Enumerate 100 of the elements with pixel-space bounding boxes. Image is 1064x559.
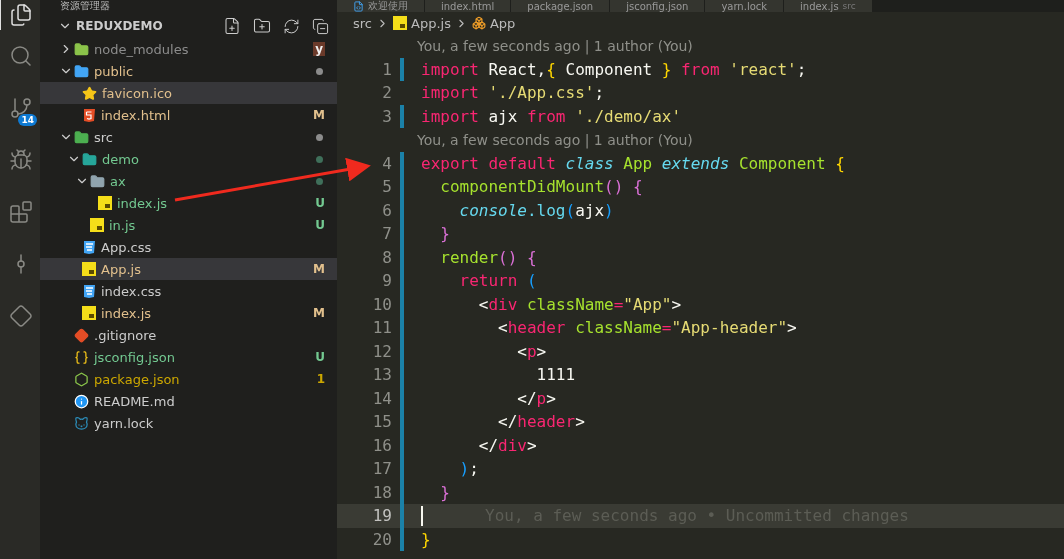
code-token: = — [661, 318, 672, 338]
code-token: ajx — [488, 106, 519, 126]
new-file-icon[interactable] — [223, 17, 241, 35]
code-token: return — [458, 271, 519, 291]
css-file-icon — [82, 240, 96, 254]
code-token: < — [516, 341, 527, 361]
file-row[interactable]: App.css — [40, 236, 337, 258]
code-token: from — [680, 59, 721, 79]
codelens-text[interactable]: You, a few seconds ago | 1 author (You) — [417, 37, 693, 54]
code-token: "App" — [623, 294, 672, 314]
collapse-icon[interactable] — [312, 17, 329, 35]
code-token: ; — [594, 83, 605, 103]
js-file-icon — [90, 218, 104, 232]
line-number: 3 — [381, 106, 392, 126]
code-token: } — [439, 224, 450, 244]
line-number: 10 — [371, 294, 392, 314]
file-row[interactable]: .gitignore — [40, 324, 337, 346]
code-token: from — [526, 106, 567, 126]
files-icon[interactable] — [9, 3, 33, 27]
file-row[interactable]: jsconfig.json U — [40, 346, 337, 368]
line-number: 17 — [371, 459, 392, 479]
code-token: } — [421, 529, 431, 549]
code-token: "App-header" — [671, 318, 788, 338]
code-token: > — [546, 388, 556, 408]
line-number: 6 — [381, 200, 392, 220]
code-token: render — [439, 247, 499, 267]
tab-hint: src — [842, 1, 856, 11]
file-name: in.js — [109, 217, 137, 233]
file-row[interactable]: index.js U — [40, 192, 337, 214]
code-token: 1111 — [535, 365, 576, 385]
git-status-label: M — [313, 108, 325, 122]
code-token: > — [526, 435, 537, 455]
code-token: () { — [498, 247, 537, 267]
code-token: componentDidMount — [439, 177, 605, 197]
file-row[interactable]: package.json 1 — [40, 368, 337, 390]
diamond-icon[interactable] — [9, 304, 33, 328]
js-file-icon — [82, 306, 96, 320]
breadcrumb-item[interactable]: App — [489, 15, 516, 31]
editor-tab[interactable]: package.json — [511, 0, 611, 12]
line-number: 4 — [381, 153, 392, 173]
file-row[interactable]: favicon.ico — [40, 82, 337, 104]
folder-row[interactable]: demo — [40, 148, 337, 170]
file-row[interactable]: README.md — [40, 390, 337, 412]
line-number: 8 — [381, 247, 392, 267]
editor-tab[interactable]: jsconfig.json — [610, 0, 706, 12]
line-number: 15 — [371, 412, 392, 432]
file-name: yarn.lock — [94, 415, 155, 431]
folder-row[interactable]: src — [40, 126, 337, 148]
editor-tab[interactable]: index.html — [425, 0, 512, 12]
code-token: 'react' — [729, 59, 797, 79]
code-token: } — [439, 482, 450, 502]
code-token: extends — [661, 153, 731, 173]
code-token: ( — [526, 271, 537, 291]
editor-tab[interactable]: 欢迎使用 — [337, 0, 425, 12]
code-token: Component — [738, 153, 827, 173]
file-row[interactable]: index.js M — [40, 302, 337, 324]
file-row[interactable]: index.css — [40, 280, 337, 302]
code-token: export default — [421, 153, 557, 173]
braces-icon — [74, 349, 89, 365]
diamond-icon — [74, 327, 89, 343]
file-name: .gitignore — [94, 327, 158, 343]
folder-row[interactable]: public — [40, 60, 337, 82]
search-icon[interactable] — [9, 44, 33, 68]
code-token: App — [623, 153, 654, 173]
file-row[interactable]: App.js M — [40, 258, 337, 280]
code-token: .log — [526, 200, 566, 220]
code-token: </ — [516, 388, 537, 408]
breadcrumb-item[interactable]: src — [353, 15, 372, 31]
line-number: 14 — [371, 388, 392, 408]
code-token: import — [421, 83, 480, 103]
codelens-text[interactable]: You, a few seconds ago | 1 author (You) — [417, 131, 693, 148]
code-token: > — [536, 341, 547, 361]
file-name: public — [94, 63, 135, 79]
code-token: p — [526, 341, 537, 361]
breadcrumb-item[interactable]: App.js — [411, 15, 451, 31]
code-token: Component — [564, 59, 654, 79]
cat-icon — [74, 415, 89, 431]
line-number: 2 — [381, 83, 392, 103]
code-token: className — [574, 318, 662, 338]
code-token: header — [507, 318, 566, 338]
refresh-icon[interactable] — [283, 17, 300, 35]
line-number: 5 — [381, 177, 392, 197]
js-file-icon — [82, 262, 96, 276]
file-row[interactable]: index.html M — [40, 104, 337, 126]
file-row[interactable]: yarn.lock — [40, 412, 337, 434]
code-token: React, — [488, 59, 547, 79]
code-token: ; — [469, 459, 479, 479]
editor-tab[interactable]: index.js src — [784, 0, 873, 12]
code-token: </ — [497, 412, 518, 432]
bug-icon[interactable] — [9, 148, 33, 172]
folder-row[interactable]: node_modules y — [40, 38, 337, 60]
file-row[interactable]: in.js U — [40, 214, 337, 236]
extensions-icon[interactable] — [9, 200, 33, 224]
new-folder-icon[interactable] — [253, 17, 271, 35]
folder-row[interactable]: ax — [40, 170, 337, 192]
count-badge: 14 — [18, 114, 37, 126]
sidebar-title: 资源管理器 — [59, 0, 111, 13]
editor-tab[interactable]: yarn.lock — [705, 0, 785, 12]
code-token: < — [497, 318, 508, 338]
file-name: index.js — [101, 305, 153, 321]
